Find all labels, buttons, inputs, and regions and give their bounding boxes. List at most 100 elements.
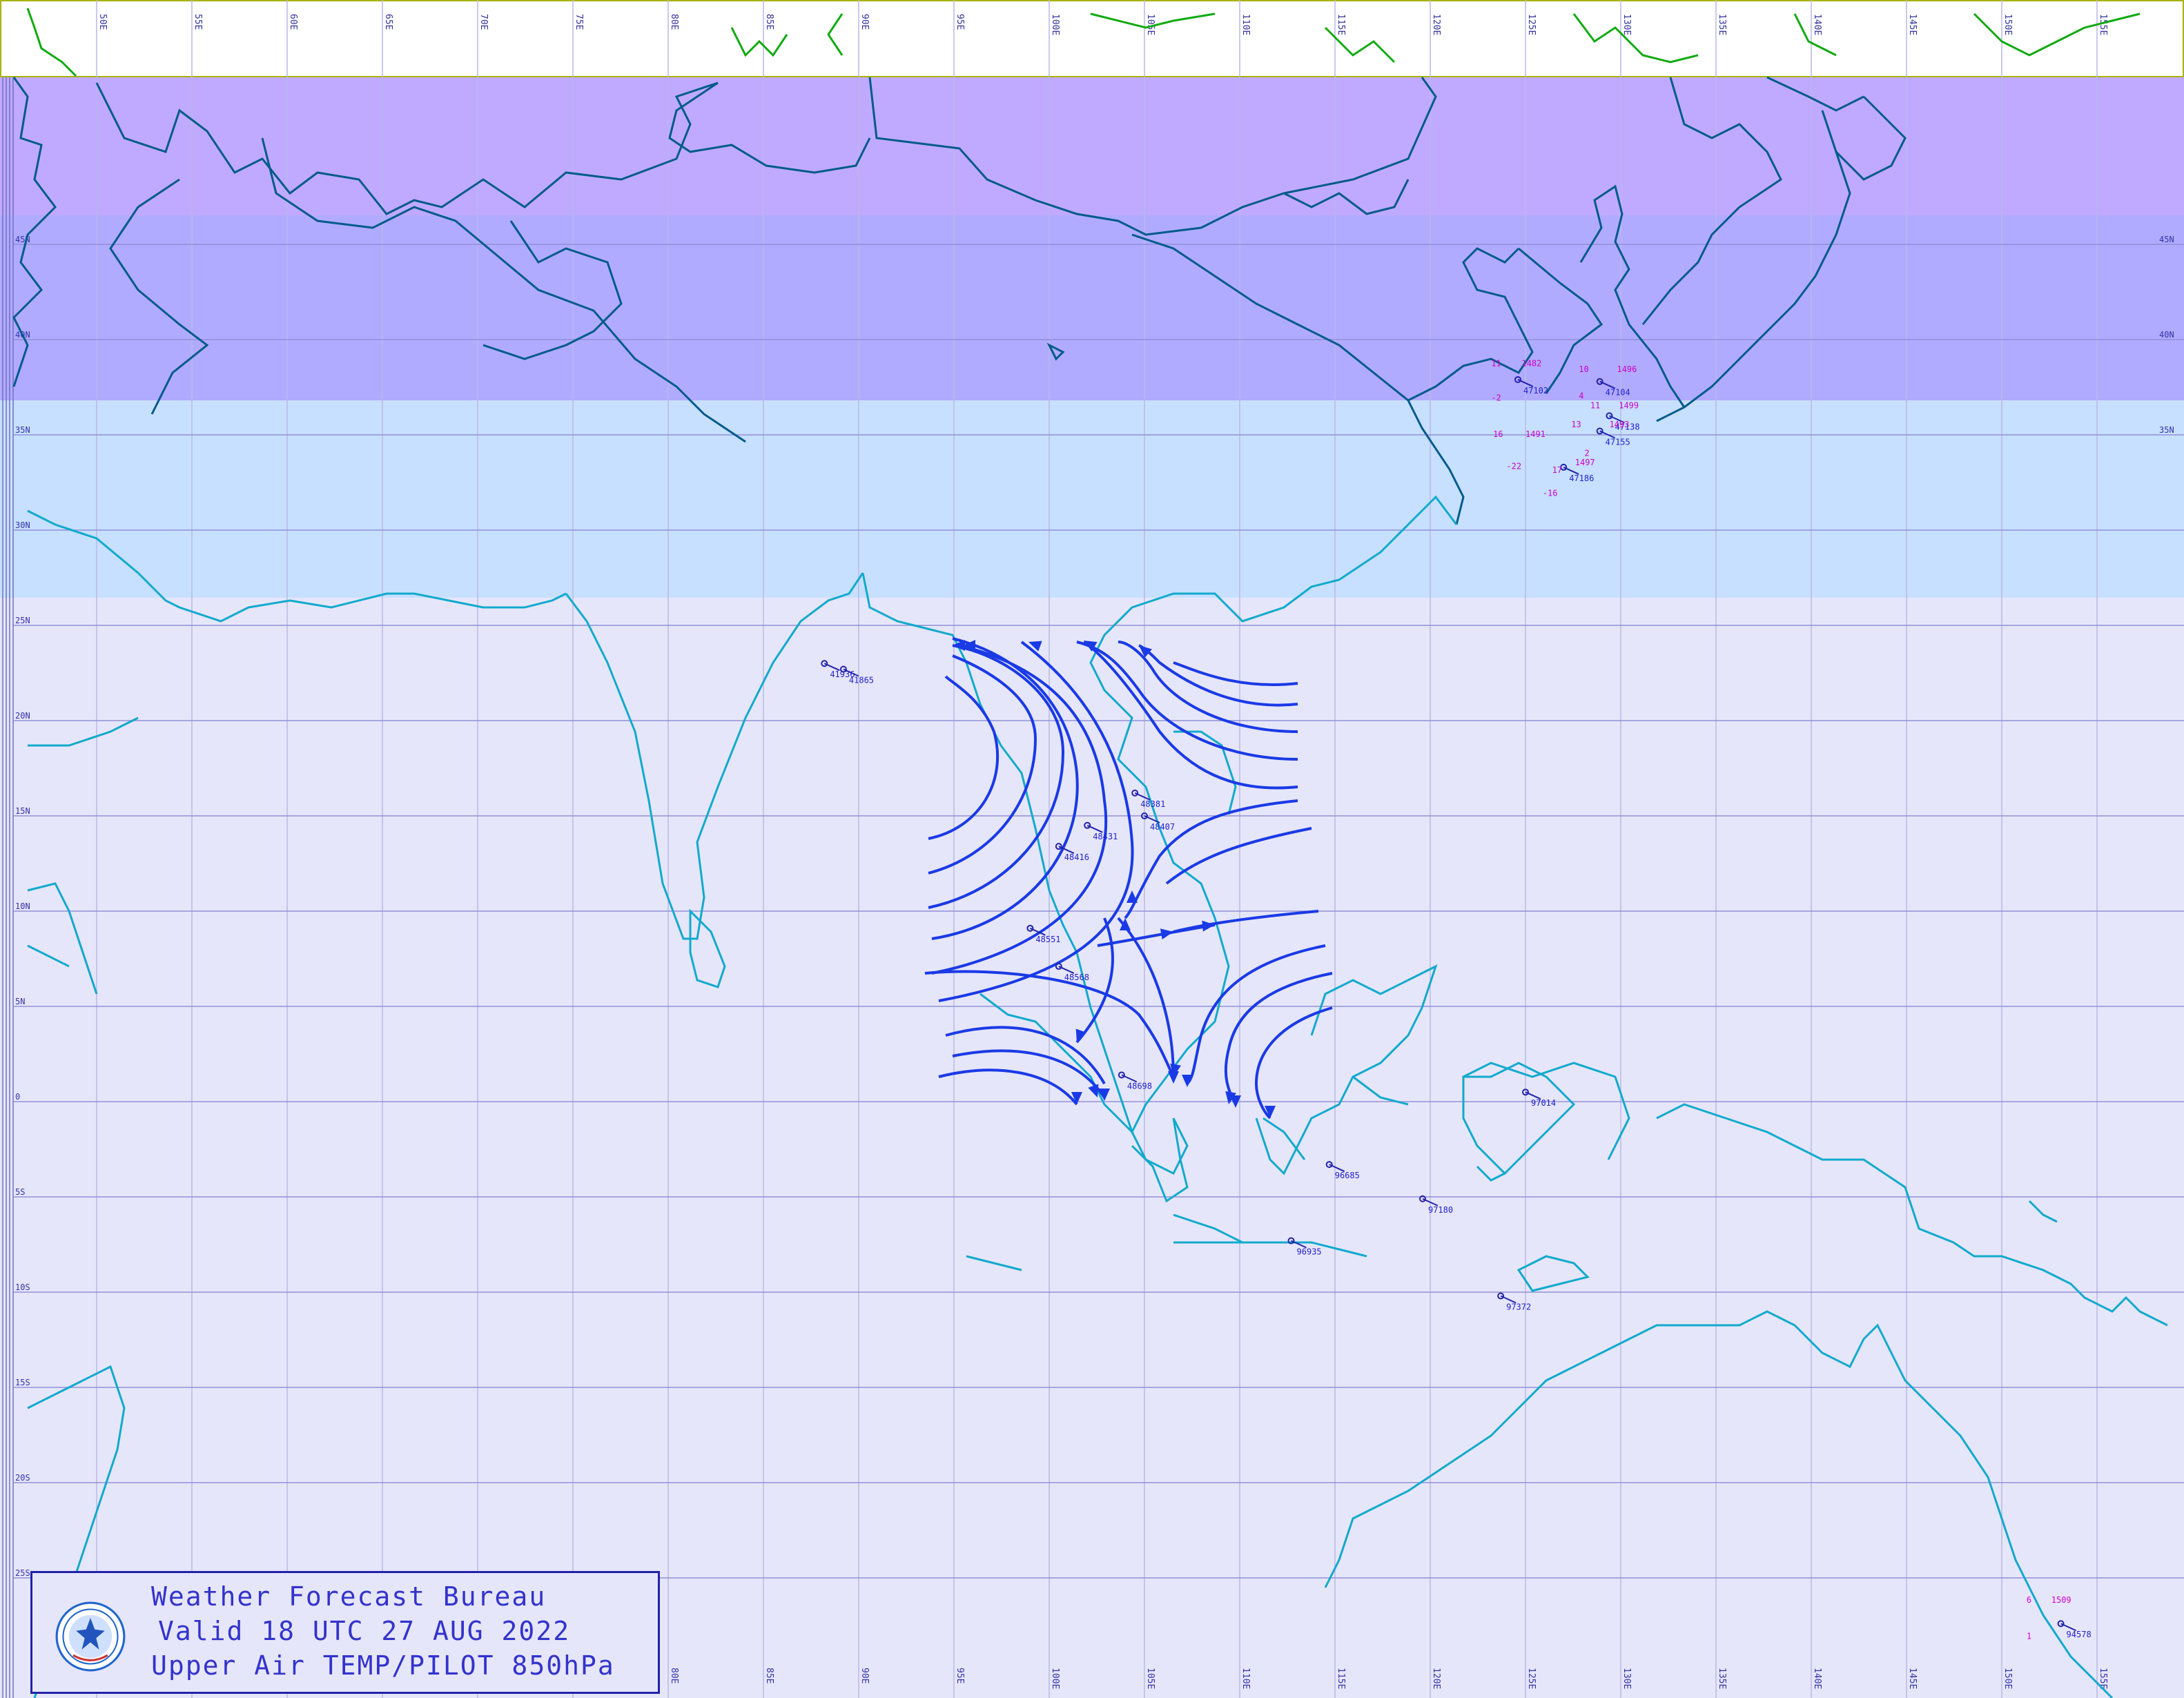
lon-label-top: 130E <box>1621 14 1632 35</box>
legend-box: Weather Forecast Bureau Valid 18 UTC 27 … <box>30 1571 660 1694</box>
lon-label-bottom: 140E <box>1812 1668 1822 1689</box>
streamline <box>1186 944 1326 1085</box>
lon-label-top: 80E <box>669 14 679 30</box>
legend-bureau: Weather Forecast Bureau <box>151 1581 547 1612</box>
station-id: 47104 <box>1606 388 1630 398</box>
lon-label-bottom: 80E <box>669 1668 679 1684</box>
station-id: 48431 <box>1093 832 1118 841</box>
station-id: 48551 <box>1035 935 1060 944</box>
station-id: 41865 <box>849 675 874 685</box>
lon-label-top: 60E <box>288 14 298 30</box>
observation-value: 4 <box>1579 391 1583 401</box>
streamline <box>931 644 1107 975</box>
lon-label-bottom: 115E <box>1336 1668 1346 1689</box>
lat-label-left: 5N <box>15 997 25 1006</box>
lat-label-left: 20S <box>15 1473 30 1483</box>
coastline-north <box>12 76 1907 525</box>
lon-label-top: 100E <box>1050 14 1060 35</box>
observation-value: 1482 <box>1521 359 1541 369</box>
observation-value: 1493 <box>1609 420 1629 429</box>
observation-value: 11 <box>1491 359 1501 369</box>
meteorological-department-seal-icon <box>55 1601 126 1672</box>
observation-value: 13 <box>1571 420 1581 429</box>
lon-label-top: 150E <box>2002 14 2013 35</box>
observation-value: 1509 <box>2051 1595 2071 1605</box>
lon-label-top: 50E <box>97 14 108 30</box>
coastline-top <box>26 8 2141 77</box>
stations: 4838148407484314841648551485684869841936… <box>821 375 2092 1639</box>
station-id: 47102 <box>1523 386 1548 396</box>
observation-value: -2 <box>1491 393 1501 402</box>
observation-value: 17 <box>1552 465 1562 475</box>
observation-value: 11 <box>1590 400 1600 410</box>
streamline <box>1138 644 1298 707</box>
station-id: 48416 <box>1064 852 1089 862</box>
station-id: 94578 <box>2067 1630 2092 1639</box>
observation-value: 2 <box>1585 448 1590 458</box>
lat-label-left: 15S <box>15 1378 30 1387</box>
lon-label-bottom: 120E <box>1431 1668 1441 1689</box>
lon-label-bottom: 100E <box>1050 1668 1060 1689</box>
weather-map: 50E 55E 60E 65E 70E 75E 80E 85E 90E 95E 100E 105E 11… <box>2 0 2184 1698</box>
observation-value: -16 <box>1543 488 1558 498</box>
streamline <box>928 654 1037 875</box>
streamline-arrowhead <box>1139 645 1152 658</box>
station-id: 48568 <box>1064 973 1089 982</box>
graticule: 50E 55E 60E 65E 70E 75E 80E 85E 90E 95E 100E 105E 11… <box>2 0 2184 1698</box>
streamline <box>1076 641 1298 761</box>
lon-label-top: 70E <box>478 14 489 30</box>
observation-value: -22 <box>1506 462 1521 471</box>
lat-label-left: 35N <box>15 425 30 435</box>
observation-value: 1491 <box>1525 429 1546 439</box>
station-id: 97180 <box>1428 1205 1453 1215</box>
observation-value: 1497 <box>1575 458 1595 467</box>
lon-label-top: 55E <box>193 14 203 30</box>
lon-label-top: 85E <box>764 14 774 30</box>
lon-label-bottom: 125E <box>1526 1668 1537 1689</box>
lon-label-bottom: 105E <box>1145 1668 1156 1689</box>
lat-label-right: 45N <box>2159 235 2174 244</box>
station-id: 97014 <box>1531 1098 1556 1108</box>
station-id: 47155 <box>1606 437 1630 447</box>
lat-label-left: 20N <box>15 711 30 721</box>
station-id: 48381 <box>1140 799 1165 809</box>
lat-label-left: 25N <box>15 616 30 625</box>
lat-label-right: 35N <box>2159 425 2174 435</box>
observation-value: 10 <box>1579 364 1588 374</box>
observation-value: 16 <box>1493 429 1503 439</box>
lon-label-top: 140E <box>1812 14 1822 35</box>
legend-product: Upper Air TEMP/PILOT 850hPa <box>151 1650 615 1681</box>
lon-label-bottom: 150E <box>2002 1668 2013 1689</box>
lon-label-top: 110E <box>1240 14 1251 35</box>
lon-label-top: 90E <box>859 14 870 30</box>
lat-label-right: 40N <box>2159 330 2174 340</box>
streamline-arrowhead <box>1202 920 1215 932</box>
lon-label-top: 120E <box>1431 14 1441 35</box>
lon-label-bottom: 85E <box>764 1668 774 1684</box>
lat-label-left: 15N <box>15 806 30 816</box>
lat-label-left: 5S <box>15 1187 25 1197</box>
lon-label-bottom: 90E <box>859 1668 870 1684</box>
lon-label-top: 75E <box>574 14 584 30</box>
streamline-arrowhead <box>1182 1075 1193 1087</box>
legend-valid-time: Valid 18 UTC 27 AUG 2022 <box>158 1616 571 1646</box>
lat-label-left: 25S <box>15 1568 30 1578</box>
observation-values: 11-2148210 1496411 149913 149316 1491-22 1497… <box>1491 359 2071 1641</box>
streamline <box>928 675 1000 840</box>
lon-label-top: 115E <box>1336 14 1346 35</box>
observation-value: 1496 <box>1617 364 1637 374</box>
lon-label-bottom: 95E <box>955 1668 965 1684</box>
lat-label-left: 10S <box>15 1282 30 1292</box>
observation-value: 6 <box>2027 1595 2031 1605</box>
observation-value: 1 <box>2027 1631 2031 1641</box>
lon-label-bottom: 135E <box>1717 1668 1727 1689</box>
streamline <box>1165 827 1312 885</box>
lon-label-bottom: 130E <box>1621 1668 1632 1689</box>
lon-label-top: 95E <box>955 14 965 30</box>
lon-label-top: 145E <box>1907 14 1918 35</box>
station-id: 48407 <box>1150 822 1175 832</box>
station-id: 97372 <box>1506 1302 1531 1312</box>
lat-label-left: 0 <box>15 1092 20 1102</box>
station-id: 47186 <box>1569 474 1594 483</box>
streamline <box>1173 661 1298 687</box>
